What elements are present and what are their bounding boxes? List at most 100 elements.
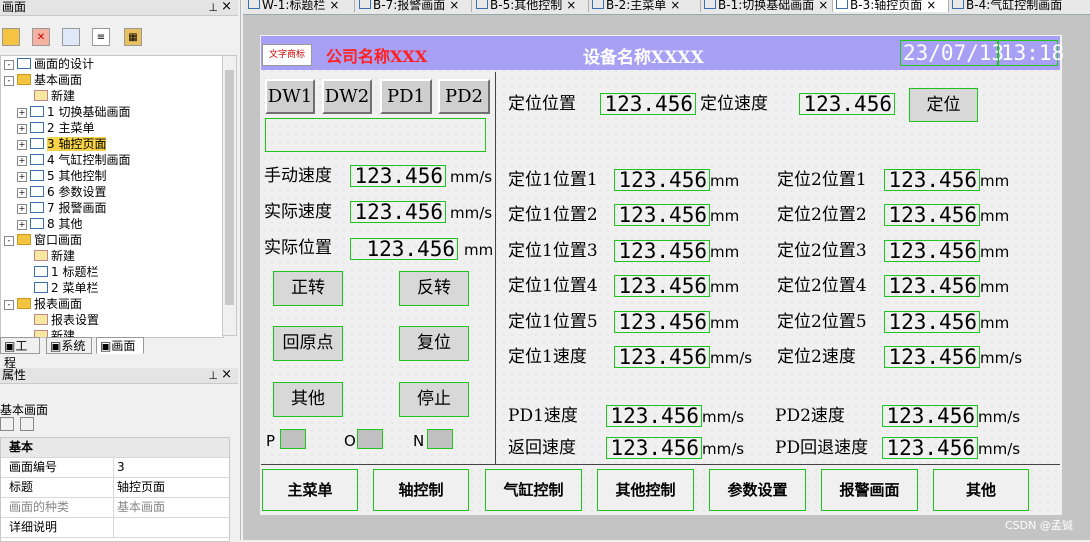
nav-other-control[interactable]: 其他控制	[597, 469, 694, 511]
forward-button[interactable]: 正转	[273, 271, 343, 306]
sort-icon[interactable]	[0, 417, 14, 431]
pd1-speed-label: PD1速度	[508, 406, 578, 426]
screen-icon	[30, 122, 44, 133]
unit-label: mm/s	[978, 408, 1021, 426]
tab-project[interactable]: ▣工程	[0, 337, 40, 370]
position-value[interactable]: 123.456	[600, 93, 696, 115]
nav-cylinder-control[interactable]: 气缸控制	[485, 469, 582, 511]
doc-tab[interactable]: B-2:主菜单 ×	[589, 0, 701, 12]
pos2-value[interactable]: 123.456	[884, 240, 980, 262]
pos2-speed-value[interactable]: 123.456	[884, 346, 980, 368]
manual-speed-value[interactable]: 123.456	[350, 165, 446, 187]
prop-group[interactable]: 基本	[1, 438, 229, 458]
tree-item-8[interactable]: +8 其他	[17, 216, 82, 232]
tree-window-item-2[interactable]: 2 菜单栏	[34, 280, 98, 296]
tree-item-3[interactable]: +3 轴控页面	[17, 136, 107, 152]
tree-item-6[interactable]: +6 参数设置	[17, 184, 106, 200]
unit-label: mm	[980, 207, 1010, 225]
open-screen-icon[interactable]	[2, 28, 20, 46]
pos1-value[interactable]: 123.456	[614, 311, 710, 333]
document-icon[interactable]: ≡	[92, 28, 110, 46]
pos2-value[interactable]: 123.456	[884, 204, 980, 226]
pos2-value[interactable]: 123.456	[884, 275, 980, 297]
tree-basic-folder[interactable]: - 基本画面	[4, 72, 82, 88]
doc-tab[interactable]: W-1:标题栏 ×	[245, 0, 355, 12]
pd-back-speed-value[interactable]: 123.456	[882, 437, 978, 459]
pos1-label: 定位1位置2	[508, 205, 598, 225]
pos2-label: 定位2位置3	[777, 241, 867, 261]
pd2-button[interactable]: PD2	[438, 79, 490, 114]
pos1-speed-value[interactable]: 123.456	[614, 346, 710, 368]
pos2-label: 定位2位置2	[777, 205, 867, 225]
tree-window-item-1[interactable]: 1 标题栏	[34, 264, 98, 280]
pos2-label: 定位2位置5	[777, 312, 867, 332]
stop-button[interactable]: 停止	[399, 382, 469, 417]
pos2-value[interactable]: 123.456	[884, 311, 980, 333]
nav-axis-control[interactable]: 轴控制	[373, 469, 469, 511]
dw1-button[interactable]: DW1	[265, 79, 315, 114]
pos1-value[interactable]: 123.456	[614, 240, 710, 262]
tree-root[interactable]: - 画面的设计	[4, 56, 94, 72]
screen-icon	[30, 138, 44, 149]
p-label: P	[266, 432, 276, 450]
pos1-value[interactable]: 123.456	[614, 169, 710, 191]
pd1-button[interactable]: PD1	[380, 79, 432, 114]
tab-screen[interactable]: ▣画面	[96, 337, 144, 354]
tree-report-settings[interactable]: 报表设置	[34, 312, 99, 328]
tree-item-2[interactable]: +2 主菜单	[17, 120, 94, 136]
tree-item-1[interactable]: +1 切换基础画面	[17, 104, 130, 120]
prop-row[interactable]: 画面的种类 基本画面	[1, 498, 229, 518]
tree-item-4[interactable]: +4 气缸控制画面	[17, 152, 130, 168]
new-icon	[34, 90, 48, 101]
document-tabs: W-1:标题栏 × B-7:报警画面 × B-5:其他控制 × B-2:主菜单 × B-…	[243, 0, 1090, 15]
doc-tab[interactable]: B-5:其他控制 ×	[473, 0, 589, 12]
pos2-value[interactable]: 123.456	[884, 169, 980, 191]
n-indicator	[427, 429, 453, 449]
unit-label: mm/s	[702, 440, 745, 458]
nav-alarm-screen[interactable]: 报警画面	[821, 469, 918, 511]
reverse-button[interactable]: 反转	[399, 271, 469, 306]
doc-tab[interactable]: B-4:气缸控制画面	[949, 0, 1090, 12]
doc-tab-active[interactable]: B-3:轴控页面 ×	[833, 0, 949, 12]
tree-report-folder[interactable]: - 报表画面	[4, 296, 82, 312]
category-icon[interactable]	[20, 417, 34, 431]
nav-parameter-settings[interactable]: 参数设置	[709, 469, 806, 511]
tab-system[interactable]: ▣系统	[46, 337, 92, 354]
tree-scrollbar[interactable]	[222, 55, 237, 336]
pin-icon[interactable]: ⊥	[208, 368, 218, 383]
pd2-speed-value[interactable]: 123.456	[882, 405, 978, 427]
pd1-speed-value[interactable]: 123.456	[606, 405, 702, 427]
speed-value[interactable]: 123.456	[799, 93, 895, 115]
tree-item-5[interactable]: +5 其他控制	[17, 168, 106, 184]
reset-button[interactable]: 复位	[399, 326, 469, 361]
position-label: 定位位置	[508, 94, 576, 114]
tree-basic-new[interactable]: 新建	[34, 88, 75, 104]
actual-speed-label: 实际速度	[264, 202, 332, 222]
property-grid: 基本 画面编号 3 标题 轴控页面 画面的种类 基本画面 详细说明	[0, 437, 230, 542]
screen-settings-icon[interactable]: ▦	[124, 28, 142, 46]
scroll-thumb[interactable]	[225, 70, 234, 305]
screen-property-icon[interactable]	[62, 28, 80, 46]
pin-icon[interactable]: ⊥	[208, 0, 218, 15]
return-speed-value[interactable]: 123.456	[606, 437, 702, 459]
actual-position-value: 123.456	[350, 238, 458, 260]
position-button[interactable]: 定位	[909, 88, 978, 122]
other-button[interactable]: 其他	[273, 382, 343, 417]
prop-row[interactable]: 标题 轴控页面	[1, 478, 229, 498]
doc-tab[interactable]: B-1:切换基础画面 ×	[701, 0, 833, 12]
nav-other[interactable]: 其他	[933, 469, 1029, 511]
tree-window-folder[interactable]: - 窗口画面	[4, 232, 82, 248]
nav-main-menu[interactable]: 主菜单	[262, 469, 358, 511]
delete-screen-icon[interactable]: ✕	[32, 28, 50, 46]
pos1-value[interactable]: 123.456	[614, 275, 710, 297]
pos1-value[interactable]: 123.456	[614, 204, 710, 226]
close-icon[interactable]: ×	[221, 0, 232, 14]
tree-window-new[interactable]: 新建	[34, 248, 75, 264]
dw2-button[interactable]: DW2	[322, 79, 372, 114]
prop-row[interactable]: 画面编号 3	[1, 458, 229, 478]
close-icon[interactable]: ×	[221, 367, 232, 382]
tree-item-7[interactable]: +7 报警画面	[17, 200, 106, 216]
home-button[interactable]: 回原点	[273, 326, 343, 361]
prop-row[interactable]: 详细说明	[1, 518, 229, 538]
doc-tab[interactable]: B-7:报警画面 ×	[356, 0, 472, 12]
